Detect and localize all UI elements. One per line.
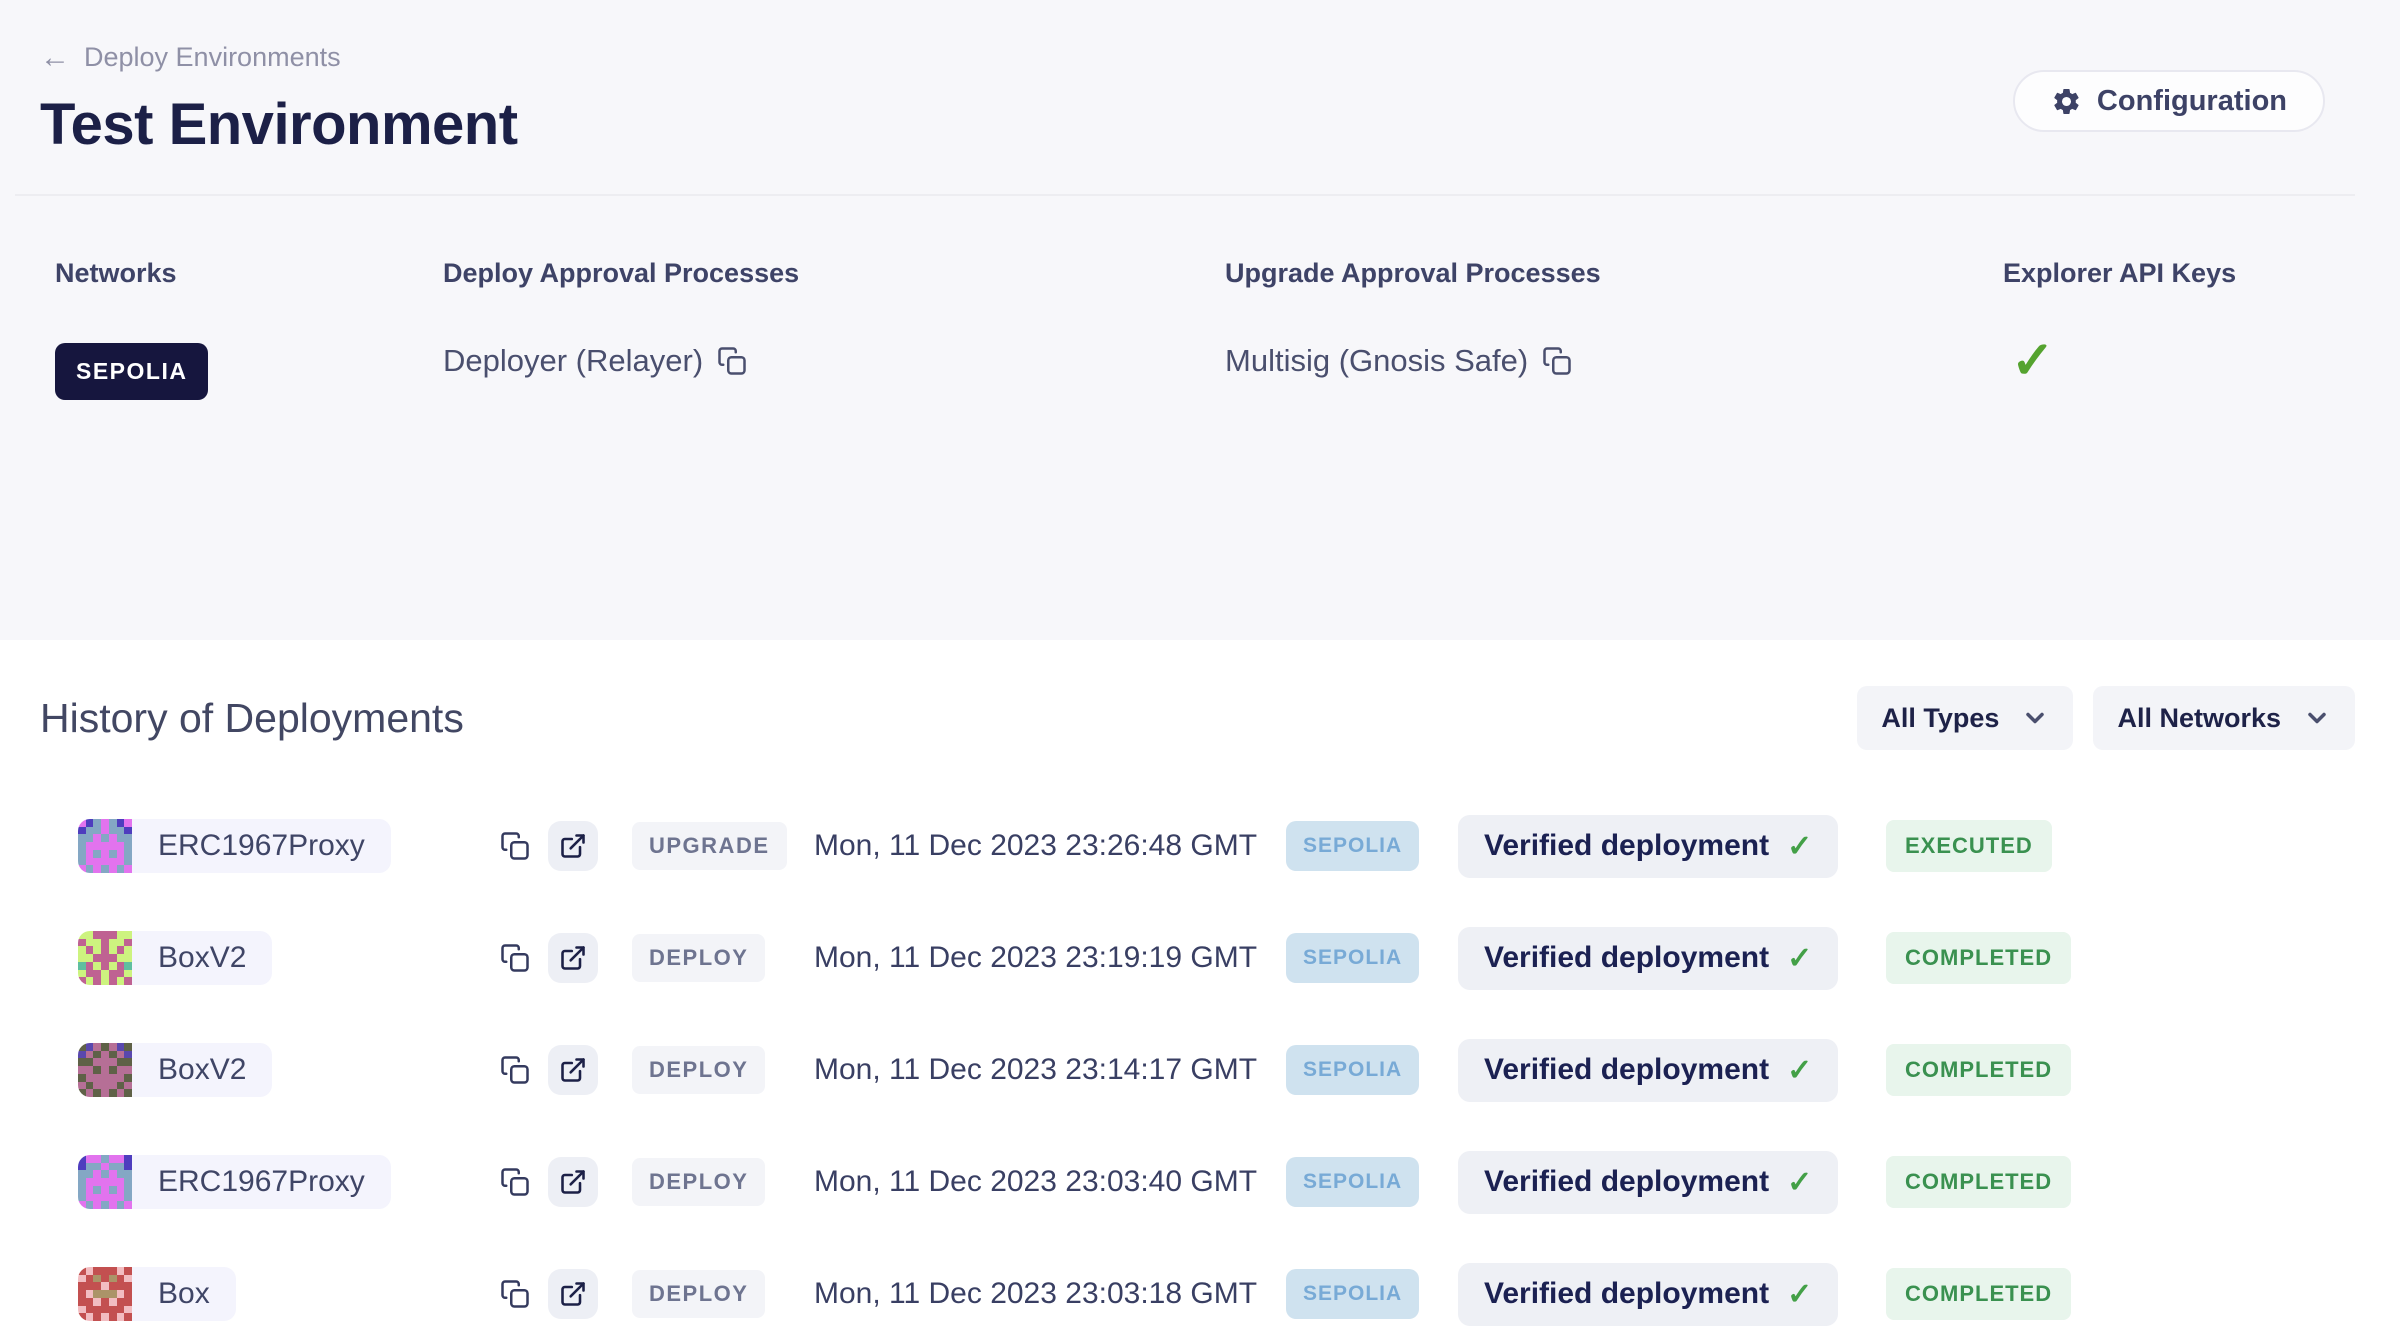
status-badge: EXECUTED [1886,820,2052,872]
verification-pill: Verified deployment ✓ [1458,1039,1838,1102]
environment-grid: Networks SEPOLIA Deploy Approval Process… [40,258,2355,400]
upgrade-approval-column: Upgrade Approval Processes Multisig (Gno… [1225,258,2003,400]
verification-label: Verified deployment [1484,941,1769,975]
contract-name: Box [132,1267,236,1321]
verification-label: Verified deployment [1484,1277,1769,1311]
deploy-approval-value: Deployer (Relayer) [443,343,703,379]
network-badge: SEPOLIA [1286,1269,1419,1319]
network-badge-sepolia: SEPOLIA [55,343,208,400]
copy-icon[interactable] [500,1167,530,1197]
network-badge: SEPOLIA [1286,821,1419,871]
history-title: History of Deployments [40,695,464,742]
deployment-date: Mon, 11 Dec 2023 23:26:48 GMT [814,829,1286,863]
upgrade-approval-header: Upgrade Approval Processes [1225,258,2003,289]
explorer-check-icon: ✓ [2003,331,2355,391]
contract-identicon [78,931,132,985]
explorer-api-keys-header: Explorer API Keys [2003,258,2355,289]
network-badge: SEPOLIA [1286,1045,1419,1095]
chevron-down-icon [2021,704,2049,732]
verification-pill: Verified deployment ✓ [1458,1151,1838,1214]
breadcrumb[interactable]: ← Deploy Environments [40,42,341,73]
verification-pill: Verified deployment ✓ [1458,927,1838,990]
networks-column: Networks SEPOLIA [55,258,443,400]
deployment-type-badge: DEPLOY [632,1158,765,1206]
deployments-list: ERC1967Proxy UPGRADE Mon, 11 Dec 2023 23… [40,814,2355,1326]
external-link-icon[interactable] [548,1045,598,1095]
copy-icon[interactable] [500,1055,530,1085]
check-icon: ✓ [1787,941,1812,976]
copy-icon[interactable] [1542,346,1572,376]
verification-label: Verified deployment [1484,1053,1769,1087]
networks-header: Networks [55,258,443,289]
history-filters: All Types All Networks [1857,686,2355,750]
deployment-type-badge: DEPLOY [632,1270,765,1318]
external-link-icon[interactable] [548,1269,598,1319]
verification-label: Verified deployment [1484,1165,1769,1199]
external-link-icon[interactable] [548,821,598,871]
contract-name: ERC1967Proxy [132,1155,391,1209]
deployment-type-badge: UPGRADE [632,822,787,870]
copy-icon[interactable] [500,831,530,861]
deployment-date: Mon, 11 Dec 2023 23:03:18 GMT [814,1277,1286,1311]
networks-filter-label: All Networks [2117,703,2281,734]
contract-name: BoxV2 [132,931,272,985]
page-title: Test Environment [40,91,2355,158]
check-icon: ✓ [1787,1165,1812,1200]
deployment-type-badge: DEPLOY [632,1046,765,1094]
deployment-row: ERC1967Proxy DEPLOY Mon, 11 Dec 2023 23:… [40,1150,2355,1214]
deployment-date: Mon, 11 Dec 2023 23:19:19 GMT [814,941,1286,975]
verification-pill: Verified deployment ✓ [1458,1263,1838,1326]
chevron-down-icon [2303,704,2331,732]
explorer-api-keys-column: Explorer API Keys ✓ [2003,258,2355,400]
deployment-type-badge: DEPLOY [632,934,765,982]
contract-name: BoxV2 [132,1043,272,1097]
deployment-row: BoxV2 DEPLOY Mon, 11 Dec 2023 23:19:19 G… [40,926,2355,990]
deploy-approval-column: Deploy Approval Processes Deployer (Rela… [443,258,1225,400]
contract-name: ERC1967Proxy [132,819,391,873]
external-link-icon[interactable] [548,933,598,983]
deployment-row: ERC1967Proxy UPGRADE Mon, 11 Dec 2023 23… [40,814,2355,878]
types-filter-dropdown[interactable]: All Types [1857,686,2073,750]
configuration-button[interactable]: Configuration [2013,70,2325,132]
check-icon: ✓ [1787,829,1812,864]
verification-pill: Verified deployment ✓ [1458,815,1838,878]
copy-icon[interactable] [500,1279,530,1309]
status-badge: COMPLETED [1886,1044,2071,1096]
contract-identicon [78,1043,132,1097]
environment-summary-section: ← Deploy Environments Test Environment C… [0,0,2400,640]
configuration-button-label: Configuration [2097,85,2287,118]
copy-icon[interactable] [500,943,530,973]
contract-identicon [78,1155,132,1209]
deployment-date: Mon, 11 Dec 2023 23:14:17 GMT [814,1053,1286,1087]
check-icon: ✓ [1787,1053,1812,1088]
contract-identicon [78,1267,132,1321]
verification-label: Verified deployment [1484,829,1769,863]
deploy-approval-header: Deploy Approval Processes [443,258,1225,289]
deployment-row: Box DEPLOY Mon, 11 Dec 2023 23:03:18 GMT… [40,1262,2355,1326]
copy-icon[interactable] [717,346,747,376]
gear-icon [2051,86,2082,117]
status-badge: COMPLETED [1886,932,2071,984]
breadcrumb-label: Deploy Environments [84,42,341,73]
deployment-date: Mon, 11 Dec 2023 23:03:40 GMT [814,1165,1286,1199]
history-section: History of Deployments All Types All Net… [0,640,2400,1326]
networks-filter-dropdown[interactable]: All Networks [2093,686,2355,750]
status-badge: COMPLETED [1886,1156,2071,1208]
external-link-icon[interactable] [548,1157,598,1207]
back-arrow-icon: ← [40,43,70,73]
contract-identicon [78,819,132,873]
header-divider [15,194,2355,196]
deployment-row: BoxV2 DEPLOY Mon, 11 Dec 2023 23:14:17 G… [40,1038,2355,1102]
status-badge: COMPLETED [1886,1268,2071,1320]
types-filter-label: All Types [1881,703,1999,734]
check-icon: ✓ [1787,1277,1812,1312]
upgrade-approval-value: Multisig (Gnosis Safe) [1225,343,1528,379]
network-badge: SEPOLIA [1286,933,1419,983]
network-badge: SEPOLIA [1286,1157,1419,1207]
